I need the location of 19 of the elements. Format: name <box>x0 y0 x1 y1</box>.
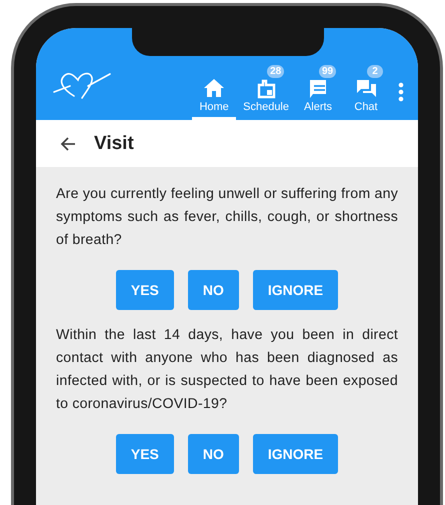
answer-button[interactable]: NO <box>188 434 239 474</box>
nav-tab[interactable]: 28 Schedule <box>240 65 292 120</box>
more-menu-icon[interactable] <box>398 82 404 102</box>
answer-button[interactable]: YES <box>116 434 174 474</box>
count-badge: 2 <box>367 65 383 78</box>
question-text: Within the last 14 days, have you been in direct contact with anyone who has been diagnosed as infected with, or is suspected to have been exposed to coronavirus/COVID-19? <box>56 326 398 414</box>
question-text: Are you currently feeling unwell or suffering from any symptoms such as fever, chills, cough, or shortness of breath? <box>56 185 398 250</box>
answer-button[interactable]: NO <box>188 270 239 310</box>
home-icon <box>203 77 226 99</box>
answer-button[interactable]: IGNORE <box>252 434 338 474</box>
count-badge: 28 <box>267 65 284 78</box>
answer-button[interactable]: IGNORE <box>252 270 338 310</box>
count-badge: 99 <box>319 65 336 78</box>
nav-tab[interactable]: 99 Alerts <box>296 65 340 120</box>
nav-tab[interactable]: 2 Chat <box>344 65 388 120</box>
answer-button[interactable]: YES <box>116 270 174 310</box>
page-title: Visit <box>94 132 134 154</box>
back-arrow-icon[interactable] <box>60 136 76 150</box>
chat-icon <box>355 77 377 99</box>
